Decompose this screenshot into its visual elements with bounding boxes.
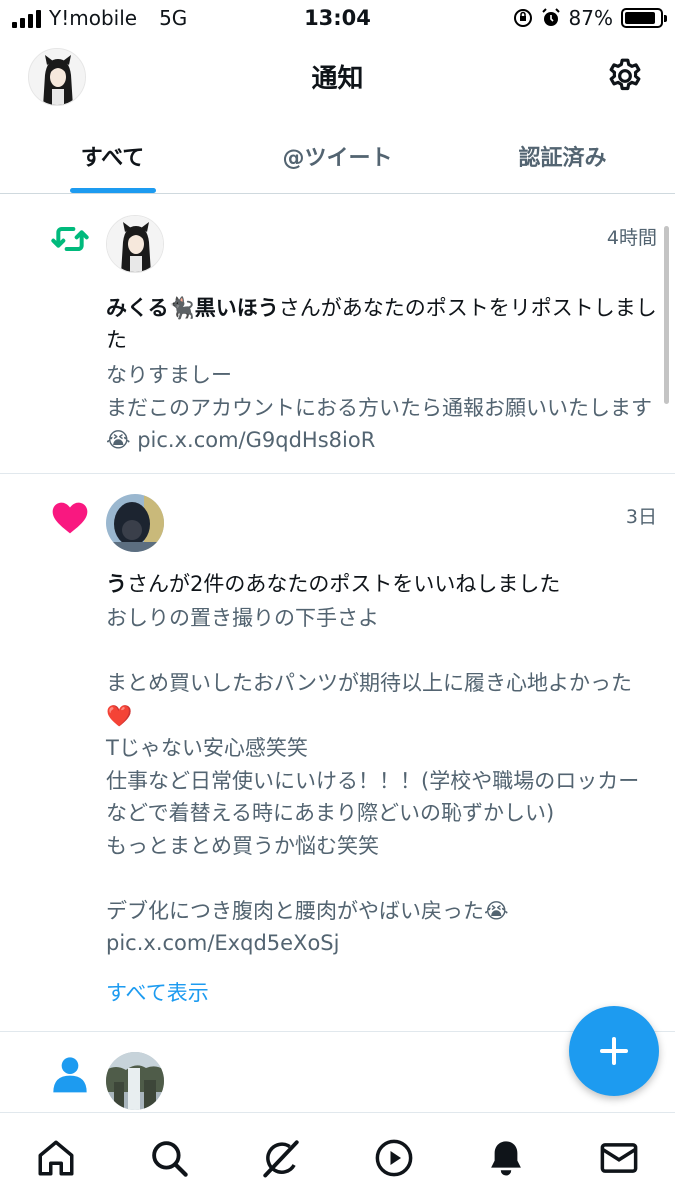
- user-avatar[interactable]: [106, 494, 164, 552]
- battery-icon: [621, 8, 667, 28]
- user-name[interactable]: みくる🐈‍⬛黒いほう: [106, 296, 279, 320]
- notification-tabs: すべて @ツイート 認証済み: [0, 116, 675, 194]
- user-name[interactable]: う: [106, 572, 127, 596]
- bottom-nav: [0, 1112, 675, 1200]
- status-bar: Y!mobile 5G 13:04 87%: [0, 0, 675, 38]
- user-avatar[interactable]: [106, 215, 164, 273]
- tab-verified[interactable]: 認証済み: [450, 116, 675, 193]
- grok-icon[interactable]: [260, 1137, 302, 1179]
- compose-button[interactable]: [569, 1006, 659, 1096]
- tab-all[interactable]: すべて: [0, 116, 225, 193]
- alarm-icon: [541, 8, 560, 26]
- heart-icon: [52, 502, 88, 534]
- notification-text: みくる🐈‍⬛黒いほうさんがあなたのポストをリポストしました: [106, 292, 658, 356]
- bell-icon[interactable]: [485, 1137, 527, 1179]
- notification-like[interactable]: 3日 うさんが2件のあなたのポストをいいねしました おしりの置き撮りの下手さよ …: [0, 474, 675, 1032]
- notification-retweet[interactable]: 4時間 みくる🐈‍⬛黒いほうさんがあなたのポストをリポストしました なりすましー…: [0, 195, 675, 474]
- play-icon[interactable]: [373, 1137, 415, 1179]
- notification-text: うさんが2件のあなたのポストをいいねしました: [106, 568, 658, 600]
- mail-icon[interactable]: [598, 1137, 640, 1179]
- settings-gear-icon[interactable]: [605, 56, 645, 96]
- header: 通知: [0, 38, 675, 116]
- home-icon[interactable]: [35, 1137, 77, 1179]
- user-avatar[interactable]: [106, 1052, 164, 1110]
- notification-time: 4時間: [606, 227, 657, 249]
- rotation-lock-icon: [513, 9, 532, 27]
- page-title: 通知: [311, 64, 364, 94]
- notification-time: 3日: [625, 506, 657, 528]
- scrollbar[interactable]: [664, 226, 669, 404]
- show-all-link[interactable]: すべて表示: [106, 977, 209, 1007]
- search-icon[interactable]: [148, 1137, 190, 1179]
- person-icon: [53, 1057, 87, 1093]
- post-preview: なりすましー まだこのアカウントにおる方いたら通報お願いいたします😭 pic.x…: [106, 363, 652, 452]
- battery-percent: 87%: [568, 6, 613, 30]
- retweet-icon: [51, 227, 89, 251]
- tab-mentions[interactable]: @ツイート: [225, 116, 450, 193]
- notification-action: さんが2件のあなたのポストをいいねしました: [127, 572, 561, 596]
- post-preview: おしりの置き撮りの下手さよ まとめ買いしたおパンツが期待以上に履き心地よかった❤…: [106, 606, 640, 955]
